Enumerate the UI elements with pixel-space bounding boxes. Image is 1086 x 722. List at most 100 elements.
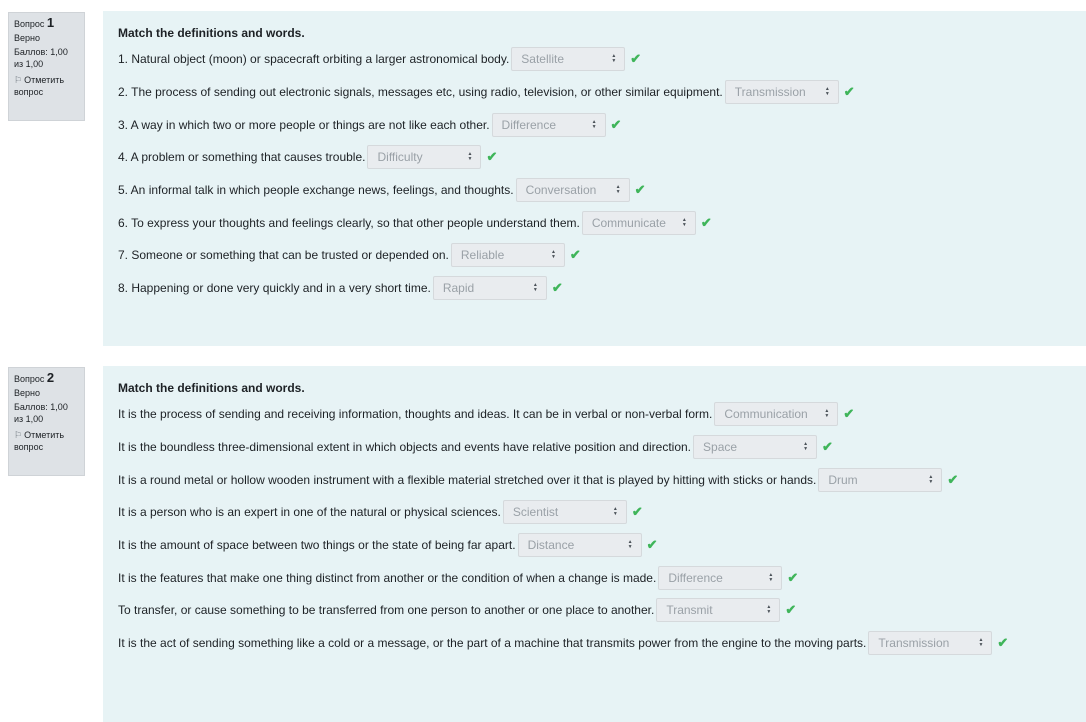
- answer-select[interactable]: Communicate ▲ ▼: [581, 210, 696, 235]
- check-icon: ✔: [630, 51, 642, 67]
- match-row: It is a person who is an expert in one o…: [118, 496, 1086, 529]
- check-icon: ✔: [785, 602, 797, 618]
- answer-select[interactable]: Space ▲ ▼: [693, 435, 818, 460]
- definition-text: It is the features that make one thing d…: [118, 570, 657, 585]
- check-icon: ✔: [700, 214, 712, 230]
- updown-caret-icon: ▲ ▼: [627, 539, 633, 551]
- answer-value: Communication: [724, 407, 808, 422]
- question-score: Баллов: 1,00 из 1,00: [14, 47, 68, 69]
- question-number: Вопрос 2: [14, 370, 79, 385]
- updown-caret-icon: ▲ ▼: [681, 216, 687, 228]
- definition-text: 7. Someone or something that can be trus…: [118, 248, 449, 263]
- match-row: 5. An informal talk in which people exch…: [118, 174, 1086, 207]
- updown-caret-icon: ▲ ▼: [615, 184, 621, 196]
- definition-text: 5. An informal talk in which people exch…: [118, 183, 514, 198]
- answer-value: Difficulty: [377, 150, 423, 165]
- updown-caret-icon: ▲ ▼: [803, 441, 809, 453]
- answer-select[interactable]: Difference ▲ ▼: [658, 565, 783, 590]
- definition-text: 3. A way in which two or more people or …: [118, 117, 490, 132]
- updown-caret-icon: ▲ ▼: [612, 506, 618, 518]
- answer-select[interactable]: Scientist ▲ ▼: [502, 500, 627, 525]
- check-icon: ✔: [486, 149, 498, 165]
- answer-value: Communicate: [591, 215, 666, 230]
- answer-value: Scientist: [512, 505, 559, 520]
- flag-icon: ⚐: [14, 75, 23, 85]
- answer-select[interactable]: Communication ▲ ▼: [714, 402, 839, 427]
- question-content-1: Match the definitions and words. 1. Natu…: [103, 11, 1086, 346]
- updown-caret-icon: ▲ ▼: [768, 571, 774, 583]
- match-row: 2. The process of sending out electronic…: [118, 76, 1086, 109]
- answer-value: Drum: [828, 472, 858, 487]
- definition-text: It is the process of sending and receivi…: [118, 407, 713, 422]
- check-icon: ✔: [843, 406, 855, 422]
- check-icon: ✔: [843, 84, 855, 100]
- match-row: It is the amount of space between two th…: [118, 529, 1086, 562]
- answer-select[interactable]: Difference ▲ ▼: [491, 112, 606, 137]
- flag-icon: ⚐: [14, 430, 23, 440]
- definition-text: It is a round metal or hollow wooden ins…: [118, 472, 817, 487]
- question-status: Верно: [14, 388, 40, 398]
- answer-value: Difference: [501, 117, 557, 132]
- check-icon: ✔: [646, 537, 658, 553]
- check-icon: ✔: [634, 182, 646, 198]
- definition-text: It is a person who is an expert in one o…: [118, 505, 501, 520]
- check-icon: ✔: [787, 569, 799, 585]
- match-row: 3. A way in which two or more people or …: [118, 108, 1086, 141]
- updown-caret-icon: ▲ ▼: [824, 408, 830, 420]
- question-number-value: 1: [46, 15, 55, 30]
- check-icon: ✔: [997, 635, 1009, 651]
- updown-caret-icon: ▲ ▼: [591, 118, 597, 130]
- question-prompt: Match the definitions and words.: [118, 26, 305, 40]
- answer-value: Difference: [668, 570, 723, 585]
- check-icon: ✔: [610, 116, 622, 132]
- match-row: It is the boundless three-dimensional ex…: [118, 431, 1086, 464]
- check-icon: ✔: [947, 471, 959, 487]
- match-row: It is a round metal or hollow wooden ins…: [118, 463, 1086, 496]
- updown-caret-icon: ▲ ▼: [532, 282, 538, 294]
- flag-question-link[interactable]: ⚐ Отметить вопрос: [14, 429, 79, 453]
- answer-select[interactable]: Transmit ▲ ▼: [656, 598, 781, 623]
- answer-select[interactable]: Reliable ▲ ▼: [450, 243, 565, 268]
- match-row: It is the process of sending and receivi…: [118, 398, 1086, 431]
- question-number-label: Вопрос: [14, 19, 45, 29]
- updown-caret-icon: ▲ ▼: [766, 604, 772, 616]
- definition-text: 1. Natural object (moon) or spacecraft o…: [118, 52, 510, 67]
- updown-caret-icon: ▲ ▼: [611, 53, 617, 65]
- definition-text: 4. A problem or something that causes tr…: [118, 150, 366, 165]
- question-info-1: Вопрос 1 Верно Баллов: 1,00 из 1,00 ⚐ Отм…: [8, 12, 85, 121]
- question-number-value: 2: [46, 370, 55, 385]
- match-row: 8. Happening or done very quickly and in…: [118, 272, 1086, 305]
- match-row: To transfer, or cause something to be tr…: [118, 594, 1086, 627]
- answer-select[interactable]: Drum ▲ ▼: [818, 467, 943, 492]
- updown-caret-icon: ▲ ▼: [928, 473, 934, 485]
- check-icon: ✔: [631, 504, 643, 520]
- definition-text: 2. The process of sending out electronic…: [118, 85, 723, 100]
- answer-value: Conversation: [525, 183, 597, 198]
- answer-value: Transmission: [734, 85, 806, 100]
- answer-select[interactable]: Difficulty ▲ ▼: [367, 145, 482, 170]
- question-content-2: Match the definitions and words. It is t…: [103, 366, 1086, 722]
- question-number: Вопрос 1: [14, 15, 79, 30]
- definition-text: It is the amount of space between two th…: [118, 538, 516, 553]
- question-score: Баллов: 1,00 из 1,00: [14, 402, 68, 424]
- flag-question-link[interactable]: ⚐ Отметить вопрос: [14, 74, 79, 98]
- updown-caret-icon: ▲ ▼: [467, 151, 473, 163]
- match-row: 1. Natural object (moon) or spacecraft o…: [118, 43, 1086, 76]
- answer-select[interactable]: Satellite ▲ ▼: [511, 47, 626, 72]
- answer-value: Satellite: [521, 52, 564, 67]
- definition-text: It is the act of sending something like …: [118, 636, 867, 651]
- match-row: It is the features that make one thing d…: [118, 561, 1086, 594]
- updown-caret-icon: ▲ ▼: [824, 86, 830, 98]
- answer-select[interactable]: Transmission ▲ ▼: [724, 80, 839, 105]
- match-row: It is the act of sending something like …: [118, 627, 1086, 660]
- check-icon: ✔: [551, 280, 563, 296]
- answer-select[interactable]: Conversation ▲ ▼: [515, 178, 630, 203]
- check-icon: ✔: [569, 247, 581, 263]
- answer-value: Reliable: [460, 248, 505, 263]
- updown-caret-icon: ▲ ▼: [550, 249, 556, 261]
- answer-select[interactable]: Transmission ▲ ▼: [868, 631, 993, 656]
- answer-select[interactable]: Rapid ▲ ▼: [432, 276, 547, 301]
- answer-value: Distance: [527, 538, 575, 553]
- answer-select[interactable]: Distance ▲ ▼: [517, 533, 642, 558]
- question-info-2: Вопрос 2 Верно Баллов: 1,00 из 1,00 ⚐ Отм…: [8, 367, 85, 476]
